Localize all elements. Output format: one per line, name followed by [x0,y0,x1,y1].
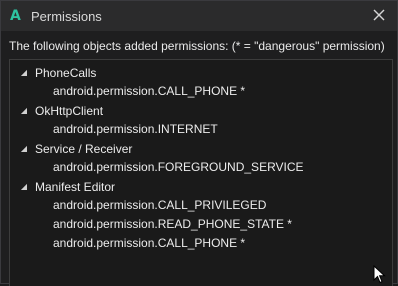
permissions-description: The following objects added permissions:… [9,39,385,53]
tree-node-manifest-editor[interactable]: ◢ Manifest Editor [10,177,115,196]
expanded-arrow-icon[interactable]: ◢ [16,68,32,77]
mouse-cursor-icon [373,265,386,284]
tree-node-label: Manifest Editor [35,179,116,194]
tree-node-label: OkHttpClient [35,103,104,118]
tree-node-label: PhoneCalls [35,65,97,80]
app-logo-icon: A [10,8,21,24]
tree-node-service-receiver[interactable]: ◢ Service / Receiver [10,139,132,158]
expanded-arrow-icon[interactable]: ◢ [16,106,32,115]
tree-leaf-permission[interactable]: android.permission.INTERNET [53,120,218,139]
window-title: Permissions [31,8,102,24]
tree-leaf-permission[interactable]: android.permission.CALL_PHONE * [53,82,245,101]
tree-leaf-permission[interactable]: android.permission.CALL_PRIVILEGED [53,196,266,215]
permissions-dialog: A Permissions The following objects adde… [0,0,398,286]
tree-leaf-permission[interactable]: android.permission.FOREGROUND_SERVICE [53,158,304,177]
expanded-arrow-icon[interactable]: ◢ [16,144,32,153]
tree-node-label: Service / Receiver [35,141,133,156]
tree-leaf-permission[interactable]: android.permission.READ_PHONE_STATE * [53,215,292,234]
tree-node-phonecalls[interactable]: ◢ PhoneCalls [10,63,96,82]
tree-node-okhttpclient[interactable]: ◢ OkHttpClient [10,101,103,120]
permissions-tree[interactable]: ◢ PhoneCalls android.permission.CALL_PHO… [9,59,393,286]
tree-leaf-permission[interactable]: android.permission.CALL_PHONE * [53,234,245,253]
close-icon[interactable] [371,7,387,23]
expanded-arrow-icon[interactable]: ◢ [16,182,32,191]
title-bar: A Permissions [1,1,397,31]
